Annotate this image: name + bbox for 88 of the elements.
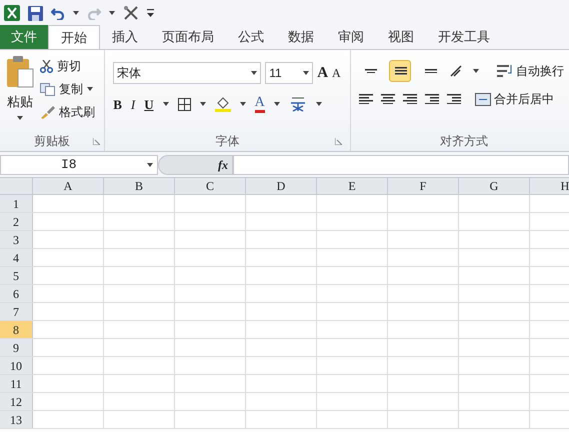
clipboard-icon: [6, 56, 34, 88]
undo-icon[interactable]: [51, 6, 65, 20]
scissors-icon: [40, 60, 53, 72]
align-center-icon: [381, 94, 395, 104]
merge-cells-icon: [475, 92, 491, 106]
row-header[interactable]: 7: [0, 303, 33, 320]
row-header[interactable]: 4: [0, 249, 33, 266]
caret-icon: [162, 102, 169, 106]
caret-icon: [17, 116, 23, 120]
row-header[interactable]: 13: [0, 411, 33, 428]
row-header[interactable]: 1: [0, 195, 33, 212]
group-label: 对齐方式: [440, 133, 488, 150]
caret-icon: [109, 11, 115, 15]
caret-icon: [473, 69, 479, 73]
name-box[interactable]: I8: [0, 154, 158, 174]
borders-icon[interactable]: [178, 98, 191, 111]
align-lines-icon: [394, 67, 406, 75]
row-header[interactable]: 6: [0, 285, 33, 302]
ribbon-tab[interactable]: 插入: [100, 25, 150, 49]
brush-icon: [40, 106, 55, 118]
vertical-align-button[interactable]: [389, 60, 411, 82]
row-header[interactable]: 9: [0, 339, 33, 356]
ribbon-tab[interactable]: 视图: [376, 25, 426, 49]
column-header[interactable]: A: [33, 178, 104, 194]
cut-button[interactable]: 剪切: [40, 56, 95, 76]
paste-button[interactable]: 粘贴: [0, 56, 40, 131]
wrap-text-button[interactable]: 自动换行: [497, 62, 564, 80]
dialog-launcher-icon[interactable]: [335, 138, 342, 144]
column-header[interactable]: E: [317, 178, 388, 194]
align-lines-icon: [364, 68, 376, 74]
fill-color-icon[interactable]: [214, 96, 231, 112]
caret-icon: [316, 102, 322, 106]
format-painter-button[interactable]: 格式刷: [40, 102, 95, 122]
caret-icon: [274, 102, 280, 106]
caret-icon: [303, 71, 310, 76]
increase-indent-icon: [447, 94, 461, 104]
row-header[interactable]: 12: [0, 393, 33, 410]
file-tab[interactable]: 文件: [0, 25, 48, 49]
row-header[interactable]: 2: [0, 213, 33, 230]
grow-font-button[interactable]: A: [317, 62, 328, 84]
row-header[interactable]: 8: [0, 321, 33, 338]
spreadsheet-app-icon[interactable]: [4, 5, 20, 21]
caret-icon: [87, 87, 93, 91]
insert-function-button[interactable]: fx: [218, 156, 228, 174]
caret-icon: [240, 102, 246, 106]
column-header[interactable]: C: [175, 178, 246, 194]
column-header[interactable]: G: [459, 178, 530, 194]
ribbon-tab[interactable]: 开始: [48, 25, 100, 49]
caret-icon: [251, 71, 258, 76]
bold-button[interactable]: B: [113, 94, 122, 114]
customize-toolbar-icon[interactable]: [147, 8, 154, 18]
ribbon-tab[interactable]: 公式: [226, 25, 276, 49]
align-left-icon: [359, 94, 373, 104]
tools-icon[interactable]: [123, 5, 139, 21]
row-header[interactable]: 11: [0, 375, 33, 392]
ribbon-tab[interactable]: 开发工具: [426, 25, 502, 49]
decrease-indent-icon: [425, 94, 439, 104]
shrink-font-button[interactable]: A: [332, 64, 341, 82]
font-color-button[interactable]: A: [254, 96, 265, 113]
caret-icon: [200, 102, 206, 106]
column-header[interactable]: B: [104, 178, 175, 194]
column-header[interactable]: H: [530, 178, 569, 194]
group-label: 剪贴板: [34, 133, 70, 150]
formula-input[interactable]: [233, 154, 569, 174]
row-header[interactable]: 10: [0, 357, 33, 374]
copy-button[interactable]: 复制: [40, 79, 95, 99]
ribbon-tab[interactable]: 审阅: [326, 25, 376, 49]
dialog-launcher-icon[interactable]: [93, 138, 100, 144]
save-icon[interactable]: [28, 6, 43, 20]
phonetic-guide-icon[interactable]: [288, 96, 307, 112]
group-label: 字体: [216, 133, 240, 150]
column-header[interactable]: F: [388, 178, 459, 194]
italic-button[interactable]: I: [130, 94, 136, 114]
wrap-text-icon: [497, 64, 513, 78]
caret-icon: [73, 11, 79, 15]
underline-button[interactable]: U: [144, 94, 154, 114]
ribbon-tab[interactable]: 数据: [276, 25, 326, 49]
row-header[interactable]: 5: [0, 267, 33, 284]
row-header[interactable]: 3: [0, 231, 33, 248]
merge-center-button[interactable]: 合并后居中: [475, 90, 554, 108]
copy-icon: [40, 82, 55, 96]
ribbon-tab[interactable]: 页面布局: [150, 25, 226, 49]
column-header[interactable]: D: [246, 178, 317, 194]
font-name-field[interactable]: 宋体: [113, 62, 262, 84]
caret-icon: [147, 162, 153, 166]
font-size-field[interactable]: 11: [265, 62, 314, 84]
align-right-icon: [403, 94, 417, 104]
align-lines-icon: [424, 68, 436, 74]
